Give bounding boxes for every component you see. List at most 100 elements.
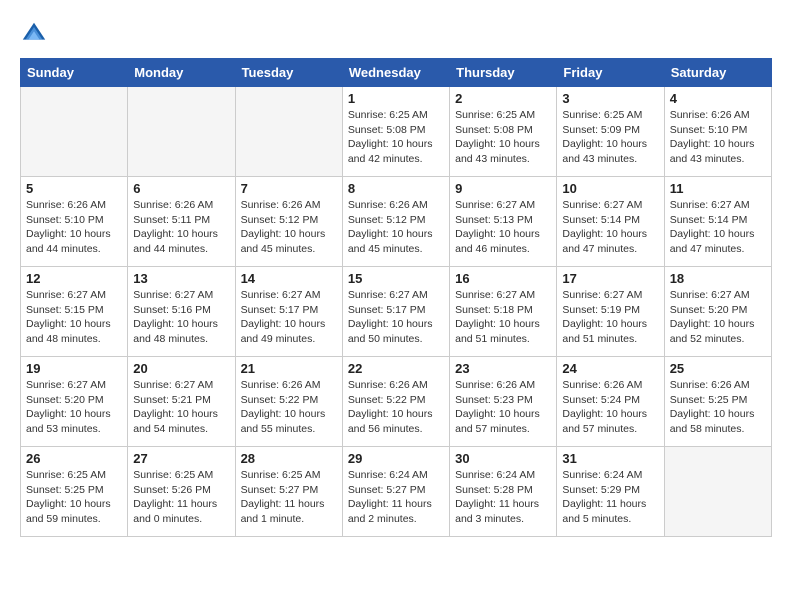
calendar-cell: 10 Sunrise: 6:27 AM Sunset: 5:14 PM Dayli…	[557, 177, 664, 267]
calendar-cell	[128, 87, 235, 177]
day-info: Sunrise: 6:27 AM Sunset: 5:20 PM Dayligh…	[670, 288, 766, 347]
day-number: 9	[455, 181, 551, 196]
day-header: Sunday	[21, 59, 128, 87]
calendar-cell: 8Sunrise: 6:26 AM Sunset: 5:12 PM Daylig…	[342, 177, 449, 267]
day-number: 23	[455, 361, 551, 376]
day-number: 11	[670, 181, 766, 196]
calendar-cell: 7 Sunrise: 6:26 AM Sunset: 5:12 PM Daylig…	[235, 177, 342, 267]
day-info: Sunrise: 6:26 AM Sunset: 5:23 PM Dayligh…	[455, 378, 551, 437]
calendar-cell: 23 Sunrise: 6:26 AM Sunset: 5:23 PM Dayli…	[450, 357, 557, 447]
calendar-cell: 22 Sunrise: 6:26 AM Sunset: 5:22 PM Dayli…	[342, 357, 449, 447]
calendar-cell	[235, 87, 342, 177]
calendar-cell: 25 Sunrise: 6:26 AM Sunset: 5:25 PM Dayli…	[664, 357, 771, 447]
calendar-cell: 16 Sunrise: 6:27 AM Sunset: 5:18 PM Dayli…	[450, 267, 557, 357]
day-number: 13	[133, 271, 229, 286]
day-number: 25	[670, 361, 766, 376]
day-number: 21	[241, 361, 337, 376]
day-header: Wednesday	[342, 59, 449, 87]
day-info: Sunrise: 6:26 AM Sunset: 5:24 PM Dayligh…	[562, 378, 658, 437]
calendar-week-row: 26 Sunrise: 6:25 AM Sunset: 5:25 PM Dayli…	[21, 447, 772, 537]
day-info: Sunrise: 6:27 AM Sunset: 5:14 PM Dayligh…	[670, 198, 766, 257]
day-info: Sunrise: 6:25 AM Sunset: 5:09 PM Dayligh…	[562, 108, 658, 167]
day-number: 5	[26, 181, 122, 196]
day-info: Sunrise: 6:25 AM Sunset: 5:08 PM Dayligh…	[348, 108, 444, 167]
day-header: Monday	[128, 59, 235, 87]
calendar-cell: 18 Sunrise: 6:27 AM Sunset: 5:20 PM Dayli…	[664, 267, 771, 357]
day-number: 20	[133, 361, 229, 376]
day-info: Sunrise: 6:25 AM Sunset: 5:25 PM Dayligh…	[26, 468, 122, 527]
calendar-cell: 5 Sunrise: 6:26 AM Sunset: 5:10 PM Daylig…	[21, 177, 128, 267]
calendar-header-row: SundayMondayTuesdayWednesdayThursdayFrid…	[21, 59, 772, 87]
day-number: 29	[348, 451, 444, 466]
day-info: Sunrise: 6:24 AM Sunset: 5:29 PM Dayligh…	[562, 468, 658, 527]
page-header	[20, 20, 772, 48]
day-info: Sunrise: 6:26 AM Sunset: 5:22 PM Dayligh…	[241, 378, 337, 437]
day-number: 28	[241, 451, 337, 466]
day-info: Sunrise: 6:27 AM Sunset: 5:17 PM Dayligh…	[348, 288, 444, 347]
day-info: Sunrise: 6:25 AM Sunset: 5:26 PM Dayligh…	[133, 468, 229, 527]
day-header: Saturday	[664, 59, 771, 87]
day-number: 6	[133, 181, 229, 196]
calendar-cell: 26 Sunrise: 6:25 AM Sunset: 5:25 PM Dayli…	[21, 447, 128, 537]
calendar-cell: 30 Sunrise: 6:24 AM Sunset: 5:28 PM Dayli…	[450, 447, 557, 537]
day-info: Sunrise: 6:26 AM Sunset: 5:25 PM Dayligh…	[670, 378, 766, 437]
calendar-cell: 20 Sunrise: 6:27 AM Sunset: 5:21 PM Dayli…	[128, 357, 235, 447]
calendar-cell: 28 Sunrise: 6:25 AM Sunset: 5:27 PM Dayli…	[235, 447, 342, 537]
day-header: Friday	[557, 59, 664, 87]
day-info: Sunrise: 6:27 AM Sunset: 5:21 PM Dayligh…	[133, 378, 229, 437]
calendar-cell: 27 Sunrise: 6:25 AM Sunset: 5:26 PM Dayli…	[128, 447, 235, 537]
day-info: Sunrise: 6:25 AM Sunset: 5:27 PM Dayligh…	[241, 468, 337, 527]
day-number: 16	[455, 271, 551, 286]
day-number: 24	[562, 361, 658, 376]
day-number: 18	[670, 271, 766, 286]
day-number: 8	[348, 181, 444, 196]
calendar-cell	[664, 447, 771, 537]
calendar-week-row: 19Sunrise: 6:27 AM Sunset: 5:20 PM Dayli…	[21, 357, 772, 447]
day-info: Sunrise: 6:27 AM Sunset: 5:14 PM Dayligh…	[562, 198, 658, 257]
day-number: 31	[562, 451, 658, 466]
day-info: Sunrise: 6:27 AM Sunset: 5:17 PM Dayligh…	[241, 288, 337, 347]
calendar-cell: 9Sunrise: 6:27 AM Sunset: 5:13 PM Daylig…	[450, 177, 557, 267]
day-number: 10	[562, 181, 658, 196]
day-number: 4	[670, 91, 766, 106]
day-number: 3	[562, 91, 658, 106]
logo-icon	[20, 20, 48, 48]
calendar-cell: 17 Sunrise: 6:27 AM Sunset: 5:19 PM Dayli…	[557, 267, 664, 357]
day-number: 12	[26, 271, 122, 286]
calendar-week-row: 5 Sunrise: 6:26 AM Sunset: 5:10 PM Daylig…	[21, 177, 772, 267]
day-info: Sunrise: 6:24 AM Sunset: 5:28 PM Dayligh…	[455, 468, 551, 527]
calendar-cell: 11 Sunrise: 6:27 AM Sunset: 5:14 PM Dayli…	[664, 177, 771, 267]
calendar-cell: 13Sunrise: 6:27 AM Sunset: 5:16 PM Dayli…	[128, 267, 235, 357]
calendar-cell: 29 Sunrise: 6:24 AM Sunset: 5:27 PM Dayli…	[342, 447, 449, 537]
day-number: 7	[241, 181, 337, 196]
day-number: 15	[348, 271, 444, 286]
day-number: 1	[348, 91, 444, 106]
day-header: Tuesday	[235, 59, 342, 87]
day-number: 14	[241, 271, 337, 286]
day-info: Sunrise: 6:27 AM Sunset: 5:18 PM Dayligh…	[455, 288, 551, 347]
calendar-week-row: 12Sunrise: 6:27 AM Sunset: 5:15 PM Dayli…	[21, 267, 772, 357]
day-info: Sunrise: 6:27 AM Sunset: 5:19 PM Dayligh…	[562, 288, 658, 347]
day-info: Sunrise: 6:26 AM Sunset: 5:12 PM Dayligh…	[241, 198, 337, 257]
day-number: 26	[26, 451, 122, 466]
day-info: Sunrise: 6:26 AM Sunset: 5:11 PM Dayligh…	[133, 198, 229, 257]
day-number: 2	[455, 91, 551, 106]
calendar-cell: 15 Sunrise: 6:27 AM Sunset: 5:17 PM Dayli…	[342, 267, 449, 357]
day-number: 30	[455, 451, 551, 466]
calendar-cell: 19Sunrise: 6:27 AM Sunset: 5:20 PM Dayli…	[21, 357, 128, 447]
calendar-week-row: 1 Sunrise: 6:25 AM Sunset: 5:08 PM Daylig…	[21, 87, 772, 177]
day-number: 17	[562, 271, 658, 286]
day-info: Sunrise: 6:26 AM Sunset: 5:22 PM Dayligh…	[348, 378, 444, 437]
day-info: Sunrise: 6:24 AM Sunset: 5:27 PM Dayligh…	[348, 468, 444, 527]
logo	[20, 20, 52, 48]
calendar-cell: 21 Sunrise: 6:26 AM Sunset: 5:22 PM Dayli…	[235, 357, 342, 447]
calendar-cell	[21, 87, 128, 177]
day-number: 22	[348, 361, 444, 376]
calendar-cell: 24 Sunrise: 6:26 AM Sunset: 5:24 PM Dayli…	[557, 357, 664, 447]
day-number: 27	[133, 451, 229, 466]
day-number: 19	[26, 361, 122, 376]
calendar-cell: 31 Sunrise: 6:24 AM Sunset: 5:29 PM Dayli…	[557, 447, 664, 537]
day-info: Sunrise: 6:26 AM Sunset: 5:10 PM Dayligh…	[26, 198, 122, 257]
calendar-table: SundayMondayTuesdayWednesdayThursdayFrid…	[20, 58, 772, 537]
day-info: Sunrise: 6:25 AM Sunset: 5:08 PM Dayligh…	[455, 108, 551, 167]
